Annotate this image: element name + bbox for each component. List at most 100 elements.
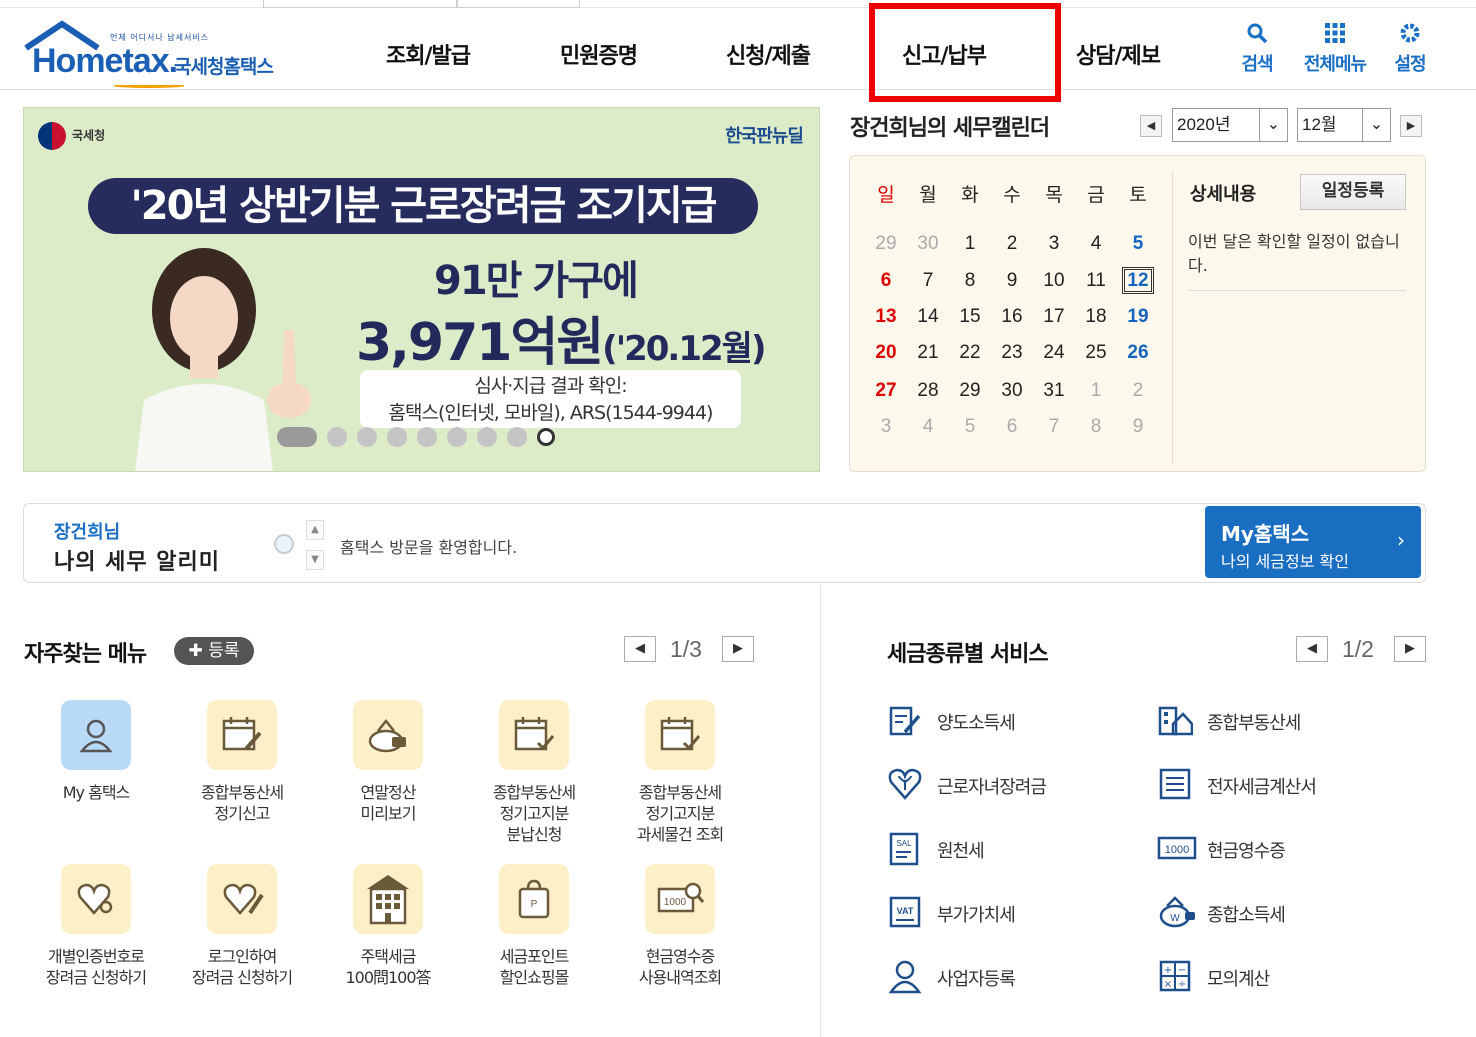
alarm-down-button[interactable]: ▼: [306, 550, 324, 570]
year-select[interactable]: 2020년 ⌄: [1172, 108, 1288, 142]
calendar-day[interactable]: 5: [1117, 233, 1159, 255]
calendar-day[interactable]: 18: [1075, 306, 1117, 328]
calendar-day[interactable]: 26: [1117, 342, 1159, 364]
slide-dot[interactable]: [477, 426, 497, 447]
slide-dot[interactable]: [327, 426, 347, 447]
favorite-item[interactable]: My 홈택스: [26, 700, 166, 803]
favorite-item[interactable]: 개별인증번호로 장려금 신청하기: [26, 864, 166, 988]
slide-pause-button[interactable]: [537, 427, 555, 446]
slide-dot[interactable]: [447, 426, 467, 447]
calendar-day[interactable]: 3: [1033, 233, 1075, 255]
favorite-item[interactable]: 1000 현금영수증 사용내역조회: [610, 864, 750, 988]
detail-title: 상세내용: [1190, 184, 1257, 205]
favorites-prev-button[interactable]: ◀: [624, 636, 656, 662]
favorite-label: 세금포인트 할인쇼핑몰: [499, 947, 570, 987]
chevron-down-icon: ⌄: [1362, 109, 1390, 141]
favorite-item[interactable]: 로그인하여 장려금 신청하기: [172, 864, 312, 988]
calendar-day[interactable]: 7: [907, 270, 949, 292]
favorites-pager: ◀ 1/3 ▶: [624, 636, 756, 664]
tax-service-label: 종합부동산세: [1207, 713, 1301, 734]
favorite-item[interactable]: P 세금포인트 할인쇼핑몰: [464, 864, 604, 988]
tax-service-label: 원천세: [937, 841, 985, 862]
calendar-day-today[interactable]: 12: [1117, 267, 1159, 294]
calendar-day[interactable]: 27: [865, 380, 907, 402]
calendar-day[interactable]: 28: [907, 380, 949, 402]
calendar-day[interactable]: 19: [1117, 306, 1159, 328]
slide-indicator: [277, 426, 565, 448]
tax-services-prev-button[interactable]: ◀: [1296, 636, 1328, 662]
favorite-item[interactable]: 종합부동산세 정기신고: [172, 700, 312, 824]
slide-dot[interactable]: [387, 426, 407, 447]
banner-amount: 3,971억원('20.12월): [356, 313, 766, 373]
calendar-day[interactable]: 6: [865, 270, 907, 292]
next-month-button[interactable]: ▶: [1400, 115, 1422, 137]
plus-icon: ✚: [188, 641, 209, 661]
favorite-label: 종합부동산세 정기고지분 분납신청: [492, 783, 576, 844]
favorite-label: 종합부동산세 정기신고: [200, 783, 284, 823]
top-strip: [0, 0, 1476, 8]
calendar-day[interactable]: 10: [1033, 270, 1075, 292]
calendar-day[interactable]: 8: [949, 270, 991, 292]
logo-wordmark: Hometax.: [32, 42, 178, 80]
calendar-day[interactable]: 2: [991, 233, 1033, 255]
slide-dot[interactable]: [357, 426, 377, 447]
favorite-item[interactable]: 주택세금 100問100答: [318, 864, 458, 988]
slide-dot[interactable]: [507, 426, 527, 447]
svg-text:1000: 1000: [664, 897, 687, 908]
calendar-day[interactable]: 13: [865, 306, 907, 328]
calendar-day[interactable]: 9: [991, 270, 1033, 292]
tax-services-next-button[interactable]: ▶: [1394, 636, 1426, 662]
calendar-day[interactable]: 1: [949, 233, 991, 255]
my-hometax-button[interactable]: My홈택스 나의 세금정보 확인 ›: [1205, 506, 1421, 578]
calendar-day[interactable]: 30: [991, 380, 1033, 402]
favorites-next-button[interactable]: ▶: [722, 636, 754, 662]
search-button[interactable]: 검색: [1222, 22, 1292, 76]
favorites-register-button[interactable]: ✚ 등록: [174, 637, 254, 665]
calendar-day[interactable]: 31: [1033, 380, 1075, 402]
banner-info-box: 심사·지급 결과 확인: 홈택스(인터넷, 모바일), ARS(1544-994…: [360, 370, 741, 428]
calendar-day[interactable]: 17: [1033, 306, 1075, 328]
favorite-item[interactable]: 종합부동산세 정기고지분 과세물건 조회: [610, 700, 750, 845]
calendar-day[interactable]: 15: [949, 306, 991, 328]
calendar-day[interactable]: 25: [1075, 342, 1117, 364]
shopping-bag-icon: P: [499, 864, 569, 934]
calendar-day[interactable]: 14: [907, 306, 949, 328]
calendar-day[interactable]: 24: [1033, 342, 1075, 364]
prev-year-button[interactable]: ◀: [1140, 115, 1162, 137]
favorites-page: 1/3: [670, 636, 702, 662]
month-select[interactable]: 12월 ⌄: [1297, 108, 1391, 142]
search-icon: [1222, 22, 1292, 48]
calendar-day: 8: [1090, 416, 1102, 437]
calendar-day: 3: [880, 416, 892, 437]
settings-button[interactable]: 설정: [1375, 22, 1445, 76]
nav-apply-submit[interactable]: 신청/제출: [726, 38, 811, 70]
calendar-day[interactable]: 22: [949, 342, 991, 364]
schedule-register-button[interactable]: 일정등록: [1300, 174, 1406, 210]
weekday-header: 목: [1045, 184, 1063, 206]
alarm-toggle[interactable]: [274, 534, 294, 554]
nav-consult-report[interactable]: 상담/제보: [1076, 38, 1161, 70]
browser-tab-line: [456, 0, 580, 8]
favorite-item[interactable]: 연말정산 미리보기: [318, 700, 458, 824]
calendar-day[interactable]: 29: [949, 380, 991, 402]
slide-dot[interactable]: [417, 426, 437, 447]
calendar-day[interactable]: 11: [1075, 270, 1117, 292]
promo-banner[interactable]: 국세청 한국판뉴딜 '20년 상반기분 근로장려금 조기지급 91만 가구에 3…: [23, 107, 820, 472]
chevron-down-icon: ⌄: [1259, 109, 1287, 141]
all-menu-button[interactable]: 전체메뉴: [1300, 22, 1370, 76]
hometax-logo[interactable]: 언제 어디서나 납세서비스 Hometax. 국세청홈택스: [24, 18, 289, 88]
calendar-day[interactable]: 21: [907, 342, 949, 364]
calendar-day[interactable]: 20: [865, 342, 907, 364]
alarm-up-button[interactable]: ▲: [306, 520, 324, 540]
favorite-item[interactable]: 종합부동산세 정기고지분 분납신청: [464, 700, 604, 845]
slide-dot-active[interactable]: [277, 426, 317, 447]
nav-civil-certificate[interactable]: 민원증명: [560, 38, 638, 70]
calendar-day: 9: [1132, 416, 1144, 437]
calendar-day[interactable]: 23: [991, 342, 1033, 364]
newdeal-logo: 한국판뉴딜: [725, 126, 804, 147]
calendar-day[interactable]: 16: [991, 306, 1033, 328]
calendar-day[interactable]: 4: [1075, 233, 1117, 255]
nav-inquiry-issue[interactable]: 조회/발급: [386, 38, 471, 70]
tax-services-page: 1/2: [1342, 636, 1374, 662]
tax-service-label: 사업자등록: [937, 969, 1016, 990]
